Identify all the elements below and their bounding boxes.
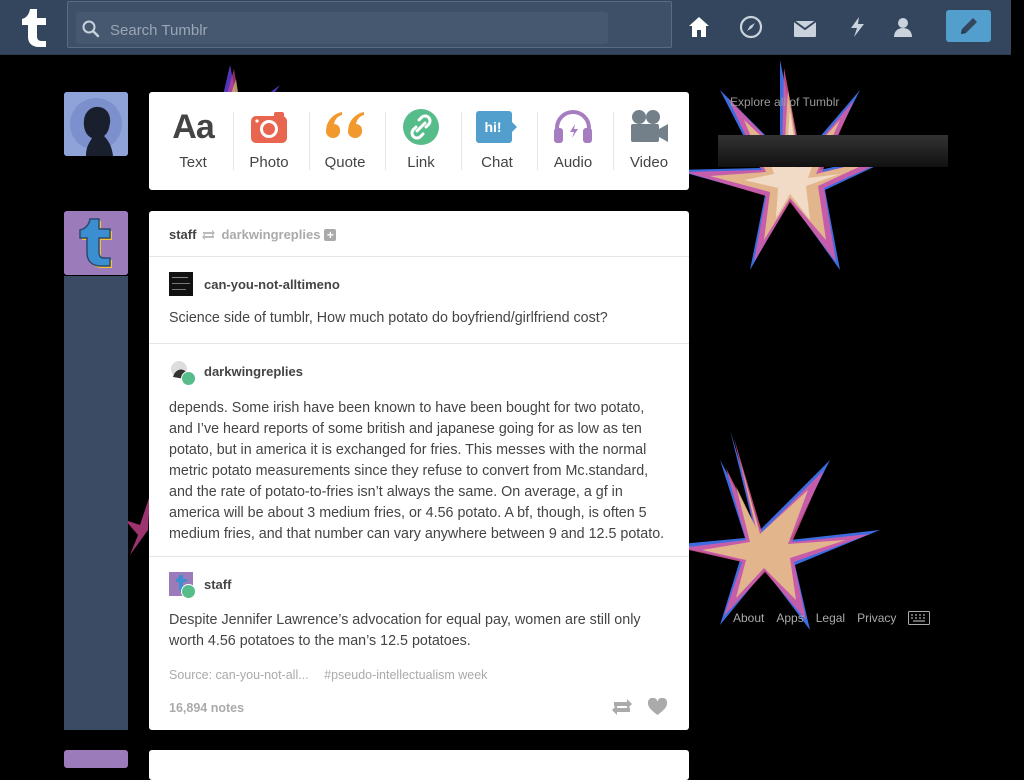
mini-avatar[interactable]: [169, 572, 196, 599]
footer-link-legal[interactable]: Legal: [816, 611, 845, 625]
post-card: staff darkwingreplies + can-you-not-allt…: [149, 211, 689, 730]
svg-text:hi!: hi!: [484, 119, 501, 135]
post-type-audio[interactable]: Audio: [535, 92, 611, 190]
link-icon: [403, 109, 439, 145]
compose-pencil-icon: [960, 18, 977, 34]
account-icon[interactable]: [890, 14, 916, 40]
post-type-quote[interactable]: Quote: [307, 92, 383, 190]
next-post-card: [149, 750, 689, 780]
camera-icon: [251, 112, 287, 143]
search-input[interactable]: [108, 14, 612, 46]
thread-text: depends. Some irish have been known to h…: [169, 400, 665, 542]
tumblr-logo[interactable]: [18, 7, 50, 47]
search-icon: [82, 20, 100, 38]
home-icon[interactable]: [686, 14, 712, 40]
video-camera-icon: [631, 110, 668, 142]
silhouette-icon: [64, 92, 128, 156]
headphones-icon: [554, 110, 592, 143]
keyboard-shortcuts-icon[interactable]: [908, 611, 931, 625]
post-header: staff darkwingreplies +: [169, 227, 337, 242]
follow-plus-icon[interactable]: +: [324, 228, 337, 241]
like-heart-icon[interactable]: [647, 698, 668, 716]
post-type-video[interactable]: Video: [611, 92, 687, 190]
post-type-picker: Aa Text Photo Quote Link hi! Chat Audio …: [149, 92, 689, 190]
next-post-avatar[interactable]: [64, 750, 128, 768]
quote-icon: [326, 112, 364, 139]
thread-text: Science side of tumblr, How much potato …: [169, 310, 608, 326]
post-type-text[interactable]: Aa Text: [155, 92, 231, 190]
source-link[interactable]: Source: can-you-not-all...: [169, 668, 309, 682]
text-icon: Aa: [172, 107, 214, 146]
reblogger-username[interactable]: staff: [169, 227, 196, 242]
thread-text: Despite Jennifer Lawrence’s advocation f…: [169, 612, 641, 649]
chat-icon: hi!: [476, 111, 517, 143]
thread-entry-1: can-you-not-alltimeno Science side of tu…: [169, 272, 669, 329]
inbox-icon[interactable]: [792, 14, 818, 40]
search-box[interactable]: [67, 1, 672, 48]
reblog-icon: [202, 229, 216, 240]
user-avatar[interactable]: [64, 92, 128, 156]
thread-username[interactable]: darkwingreplies: [204, 364, 303, 379]
footer-links: About Apps Legal Privacy: [733, 611, 931, 625]
explore-link[interactable]: Explore all of Tumblr: [730, 95, 839, 109]
reblog-badge-icon: [181, 584, 196, 599]
post-type-photo[interactable]: Photo: [231, 92, 307, 190]
top-navigation-bar: [0, 0, 1011, 55]
post-author-avatar[interactable]: [64, 211, 128, 275]
explore-icon[interactable]: [738, 14, 764, 40]
footer-link-about[interactable]: About: [733, 611, 764, 625]
mini-avatar[interactable]: [169, 272, 193, 296]
reblog-badge-icon: [181, 371, 196, 386]
thread-entry-2: darkwingreplies depends. Some irish have…: [169, 359, 669, 545]
compose-button[interactable]: [946, 10, 991, 42]
notes-count[interactable]: 16,894 notes: [169, 701, 244, 715]
post-footer-meta: Source: can-you-not-all... #pseudo-intel…: [169, 668, 487, 682]
thread-entry-3: staff Despite Jennifer Lawrence’s advoca…: [169, 572, 669, 652]
post-tag[interactable]: #pseudo-intellectualism week: [324, 668, 487, 682]
tumblr-t-avatar-icon: [64, 211, 128, 275]
post-type-link[interactable]: Link: [383, 92, 459, 190]
reblog-button-icon[interactable]: [611, 698, 633, 716]
leaf-decoration-2: [675, 60, 910, 270]
post-type-chat[interactable]: hi! Chat: [459, 92, 535, 190]
thread-username[interactable]: staff: [204, 577, 231, 592]
footer-link-privacy[interactable]: Privacy: [857, 611, 896, 625]
thread-username[interactable]: can-you-not-alltimeno: [204, 277, 340, 292]
leaf-decoration-3: [670, 430, 880, 630]
footer-link-apps[interactable]: Apps: [776, 611, 803, 625]
mini-avatar[interactable]: [169, 359, 196, 386]
sidebar-widget-placeholder: [718, 135, 948, 167]
reblogged-from-username[interactable]: darkwingreplies: [221, 227, 320, 242]
activity-icon[interactable]: [844, 14, 870, 40]
avatar-sticky-track: [64, 276, 128, 730]
